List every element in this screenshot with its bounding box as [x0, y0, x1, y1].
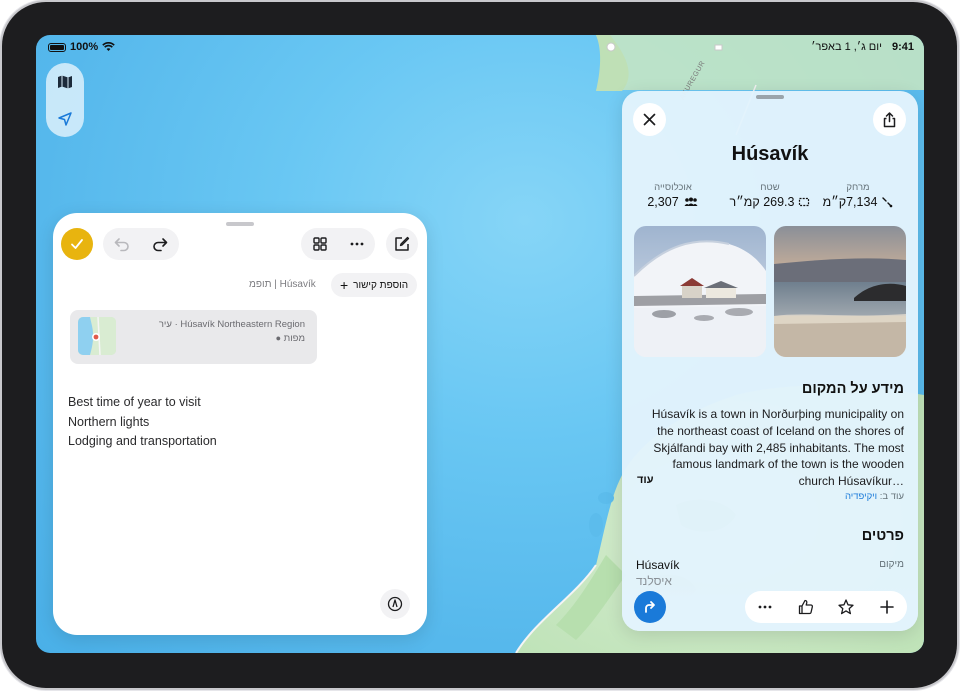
note-line: Lodging and transportation	[68, 434, 217, 448]
place-card-grabber[interactable]	[756, 95, 784, 99]
stat-population: אוכלוסייה 2,307	[628, 182, 718, 209]
stat-label: מרחק	[846, 182, 870, 193]
close-button[interactable]	[633, 103, 666, 136]
thumbs-up-icon[interactable]	[797, 598, 815, 616]
more-link[interactable]: עוד	[637, 474, 654, 486]
more-icon[interactable]	[348, 235, 366, 253]
source-line: עוד ב: ויקיפדיה	[845, 491, 904, 502]
place-photo[interactable]	[774, 226, 906, 357]
compose-button[interactable]	[386, 228, 418, 260]
about-heading: מידע על המקום	[801, 381, 904, 397]
place-actions	[745, 591, 907, 623]
note-tools-group	[301, 228, 375, 260]
wikipedia-link[interactable]: ויקיפדיה	[845, 491, 877, 502]
stat-value: 7,134ק״מ	[813, 195, 903, 209]
notes-grabber[interactable]	[226, 222, 254, 226]
markup-button[interactable]	[380, 589, 410, 619]
directions-button[interactable]	[634, 591, 666, 623]
stat-value: 2,307	[628, 195, 718, 209]
distance-icon	[882, 197, 893, 208]
place-title: Húsavík	[731, 143, 809, 165]
details-heading: פרטים	[861, 528, 904, 544]
more-icon[interactable]	[756, 598, 774, 616]
markup-pen-icon	[387, 596, 403, 612]
share-icon	[883, 112, 896, 128]
note-line: Northern lights	[68, 414, 150, 429]
note-body[interactable]: Best time of year to visit Northern ligh…	[68, 393, 217, 452]
plus-icon[interactable]	[878, 598, 896, 616]
area-icon	[799, 197, 810, 207]
place-photo[interactable]	[634, 226, 766, 357]
star-icon[interactable]	[837, 598, 855, 616]
battery-icon	[48, 42, 66, 52]
add-link-label: הוספת קישור	[353, 279, 409, 291]
plus-icon: +	[339, 277, 349, 293]
link-card-source-label: מפות	[283, 333, 305, 344]
place-stats: מרחק 7,134ק״מ שטח 269.3 קמ״ר אוכלוסייה 2…	[622, 182, 918, 212]
location-arrow-icon[interactable]	[57, 111, 73, 127]
status-time: 9:41	[891, 41, 914, 53]
notes-panel: הוספת קישור + Húsavík | תופמ Húsavík Nor…	[53, 213, 427, 635]
status-date: יום ג׳, 1 באפר׳	[811, 41, 882, 53]
map-link-card[interactable]: Húsavík Northeastern Region · עיר מפות ●	[70, 310, 317, 364]
map-controls	[46, 63, 84, 137]
location-value: Húsavík	[636, 558, 680, 572]
wifi-icon	[102, 42, 115, 51]
compose-icon	[395, 236, 410, 251]
map-thumbnail	[78, 317, 116, 355]
note-breadcrumb: Húsavík | תופמ	[249, 279, 316, 290]
grid-icon[interactable]	[311, 235, 329, 253]
stat-value: 269.3 קמ״ר	[725, 195, 815, 209]
stat-distance: מרחק 7,134ק״מ	[813, 182, 903, 209]
screen: AKUREGUR 100% יום ג׳, 1 באפר׳ 9:41 הוספת…	[36, 35, 924, 653]
source-prefix: עוד ב:	[879, 491, 904, 502]
undo-redo-group	[103, 228, 179, 260]
stat-area: שטח 269.3 קמ״ר	[725, 182, 815, 209]
stat-label: שטח	[760, 182, 780, 193]
close-icon	[643, 113, 656, 126]
share-button[interactable]	[873, 103, 906, 136]
map-icon[interactable]	[57, 74, 73, 90]
battery-level: 100%	[70, 41, 99, 53]
apple-icon: ●	[275, 333, 281, 343]
location-label: מיקום	[879, 559, 904, 570]
add-link-button[interactable]: הוספת קישור +	[331, 273, 417, 297]
about-text: Húsavík is a town in Norðurþing municipa…	[651, 407, 904, 489]
done-button[interactable]	[61, 228, 93, 260]
undo-icon[interactable]	[113, 235, 131, 253]
directions-icon	[645, 601, 655, 613]
link-card-source: מפות ●	[276, 333, 305, 344]
stat-label: אוכלוסייה	[654, 182, 692, 193]
note-line: Best time of year to visit	[68, 395, 201, 409]
link-card-title: Húsavík Northeastern Region · עיר	[158, 319, 305, 330]
place-card: Húsavík מרחק 7,134ק״מ שטח 269.3 קמ״ר אוכ…	[622, 91, 918, 631]
people-icon	[684, 197, 698, 206]
status-bar-left: 100%	[48, 41, 115, 53]
checkmark-icon	[71, 239, 83, 249]
status-bar-right: יום ג׳, 1 באפר׳ 9:41	[811, 41, 914, 53]
redo-icon[interactable]	[151, 235, 169, 253]
